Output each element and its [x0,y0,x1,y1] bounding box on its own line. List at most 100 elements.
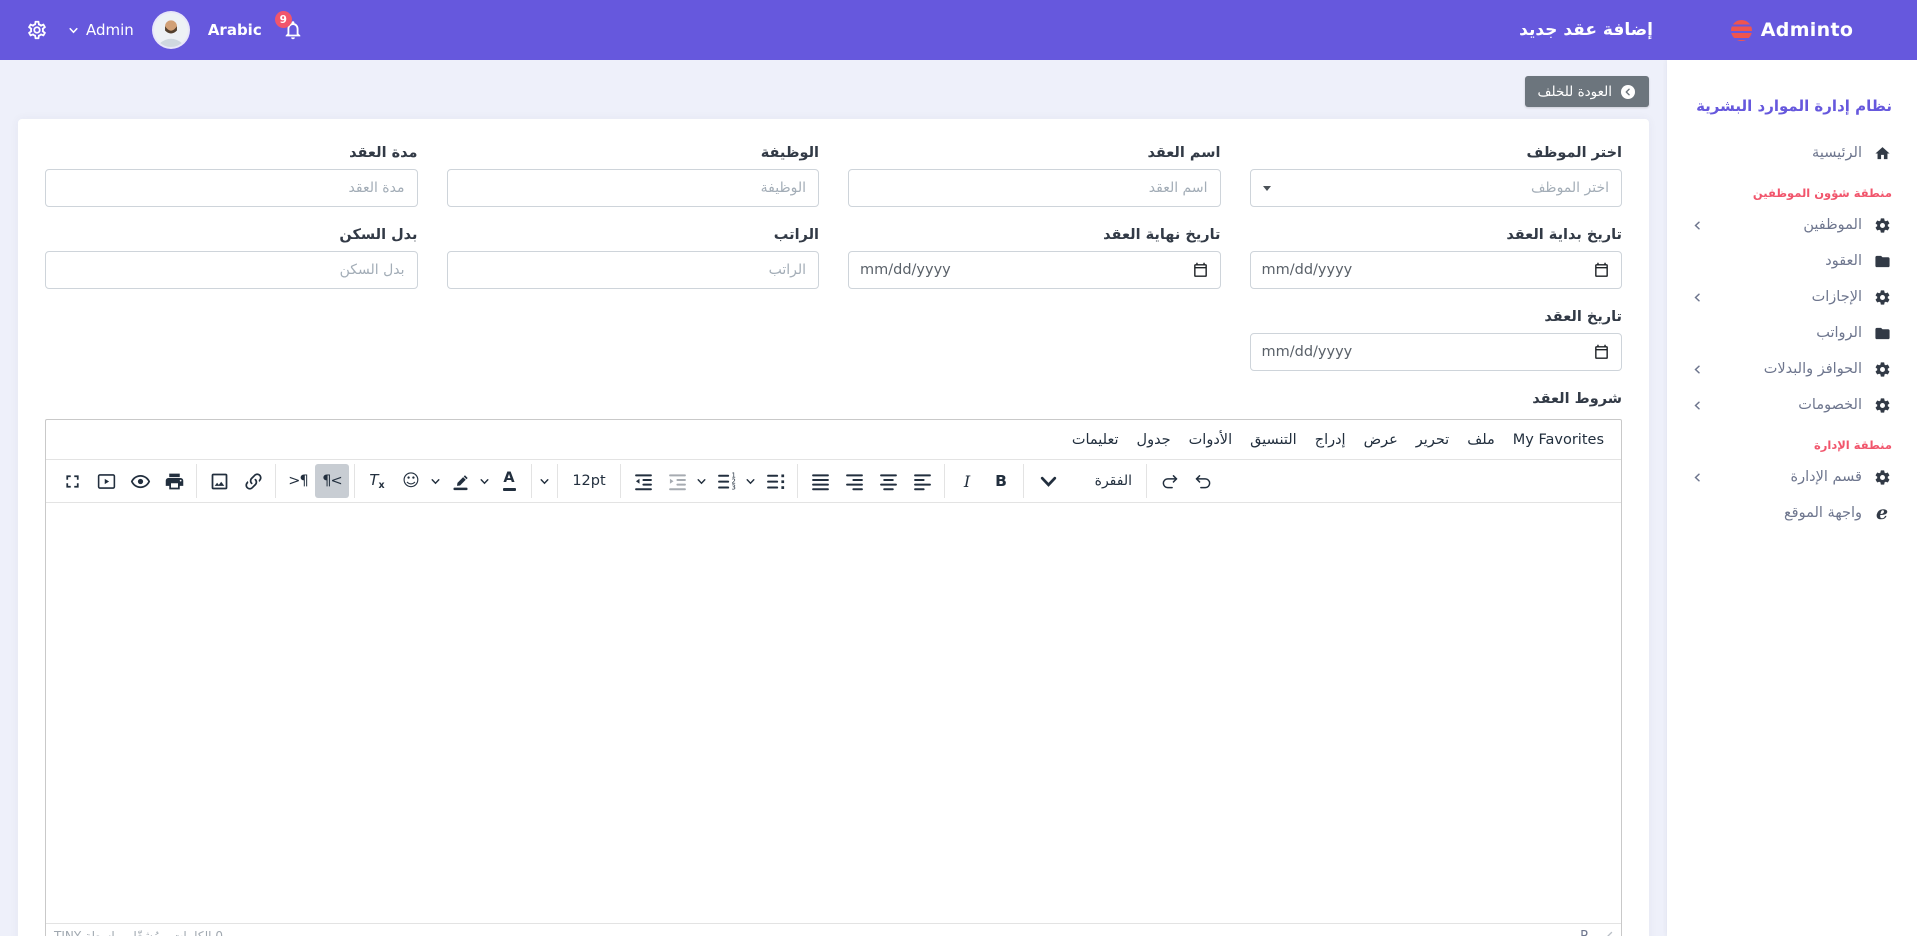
user-menu[interactable]: Admin [68,21,134,39]
brand[interactable]: Adminto [1667,19,1917,41]
user-name: Admin [86,21,134,39]
housing-allowance-input[interactable] [45,251,418,289]
align-left-button[interactable] [905,464,939,498]
link-button[interactable] [236,464,270,498]
sidebar-item-home[interactable]: الرئيسية [1667,135,1917,171]
media-button[interactable] [89,464,123,498]
rtl-button[interactable]: ¶< [315,464,349,498]
ltr-button[interactable]: >¶ [281,464,315,498]
resize-handle-icon[interactable] [1602,931,1613,936]
fullscreen-button[interactable] [55,464,89,498]
toolbar-group-insert [196,464,275,498]
font-size-select[interactable]: 12pt [563,464,615,498]
print-button[interactable] [157,464,191,498]
cog-icon [1872,288,1892,306]
numbered-list-button[interactable]: 123 [709,464,743,498]
contract-form: اختر الموظف اختر الموظف اسم العقد الوظيف… [45,145,1622,936]
outdent-button[interactable] [660,464,694,498]
menu-table[interactable]: جدول [1128,427,1180,453]
sidebar-item-label: العقود [1825,253,1862,269]
caret-down-icon [1263,186,1271,191]
emoticons-caret[interactable] [428,464,443,498]
notifications-button[interactable]: 9 [282,19,304,41]
field-contract-name: اسم العقد [848,145,1221,207]
highlight-color-caret[interactable] [477,464,492,498]
menu-file[interactable]: ملف [1458,427,1504,453]
field-label: مدة العقد [45,145,418,161]
toolbar-group-style: I B [944,464,1023,498]
field-label: تاريخ بداية العقد [1250,227,1623,243]
toolbar-group-blocks: الفقرة [1023,464,1146,498]
adminto-logo-icon [1731,20,1752,41]
menu-insert[interactable]: إدراج [1306,427,1355,453]
folder-icon [1872,324,1892,342]
salary-input[interactable] [447,251,820,289]
element-path[interactable]: P [1580,929,1588,936]
sidebar-item-admin-dept[interactable]: قسم الإدارة [1667,459,1917,495]
menu-tools[interactable]: الأدوات [1180,427,1241,453]
menu-my-favorites[interactable]: My Favorites [1504,427,1613,453]
toolbar-group-align [797,464,944,498]
bold-button[interactable]: B [984,464,1018,498]
back-button[interactable]: العودة للخلف [1525,76,1649,107]
sidebar-item-employees[interactable]: الموظفين [1667,207,1917,243]
numbered-list-caret[interactable] [694,464,709,498]
redo-button[interactable] [1152,464,1186,498]
calendar-icon[interactable] [1593,344,1610,361]
settings-button[interactable] [26,19,48,41]
chevron-left-icon [1692,400,1703,411]
editor-content-area[interactable] [46,503,1621,923]
language-selector[interactable]: Arabic [208,21,262,39]
more-options-caret[interactable] [537,464,552,498]
sidebar-item-site-frontend[interactable]: e واجهة الموقع [1667,495,1917,531]
paragraph-style-select[interactable]: الفقرة [1029,464,1141,498]
duration-input[interactable] [45,169,418,207]
menu-format[interactable]: التنسيق [1241,427,1306,453]
toolbar-group-history [1146,464,1225,498]
powered-by-link[interactable]: مُشغّل بواسطة TINY [54,929,160,936]
sidebar-item-contracts[interactable]: العقود [1667,243,1917,279]
employee-select[interactable]: اختر الموظف [1250,169,1623,207]
sidebar-item-salaries[interactable]: الرواتب [1667,315,1917,351]
bullet-list-caret[interactable] [743,464,758,498]
indent-button[interactable] [626,464,660,498]
italic-button[interactable]: I [950,464,984,498]
toolbar-group-direction: >¶ ¶< [275,464,354,498]
field-duration: مدة العقد [45,145,418,207]
sidebar-item-incentives[interactable]: الحوافز والبدلات [1667,351,1917,387]
home-icon [1872,144,1892,162]
bullet-list-button[interactable] [758,464,792,498]
contract-name-input[interactable] [848,169,1221,207]
preview-button[interactable] [123,464,157,498]
sidebar-title: نظام إدارة الموارد البشرية [1667,60,1917,135]
clear-formatting-button[interactable]: Tx [360,464,394,498]
justify-button[interactable] [803,464,837,498]
align-center-button[interactable] [871,464,905,498]
sidebar-item-leaves[interactable]: الإجازات [1667,279,1917,315]
end-date-input[interactable]: mm/dd/yyyy [848,251,1221,289]
menu-help[interactable]: تعليمات [1063,427,1128,453]
sidebar-item-deductions[interactable]: الخصومات [1667,387,1917,423]
emoticons-button[interactable]: ☺ [394,464,428,498]
sidebar-item-label: الحوافز والبدلات [1764,361,1862,377]
calendar-icon[interactable] [1593,262,1610,279]
topbar: Adminto إضافة عقد جديد 9 Arabic Admin [0,0,1917,60]
chevron-down-icon [1038,471,1059,492]
align-right-button[interactable] [837,464,871,498]
field-label: اسم العقد [848,145,1221,161]
contract-date-input[interactable]: mm/dd/yyyy [1250,333,1623,371]
job-input[interactable] [447,169,820,207]
text-color-button[interactable]: A [492,464,526,498]
contract-terms-label: شروط العقد [45,391,1622,407]
menu-view[interactable]: عرض [1355,427,1407,453]
menu-edit[interactable]: تحرير [1407,427,1458,453]
back-button-label: العودة للخلف [1538,84,1612,100]
calendar-icon[interactable] [1192,262,1209,279]
rich-text-editor: My Favorites ملف تحرير عرض إدراج التنسيق… [45,419,1622,936]
avatar[interactable] [154,13,188,47]
back-row: العودة للخلف [18,76,1649,107]
image-button[interactable] [202,464,236,498]
start-date-input[interactable]: mm/dd/yyyy [1250,251,1623,289]
highlight-color-button[interactable] [443,464,477,498]
undo-button[interactable] [1186,464,1220,498]
